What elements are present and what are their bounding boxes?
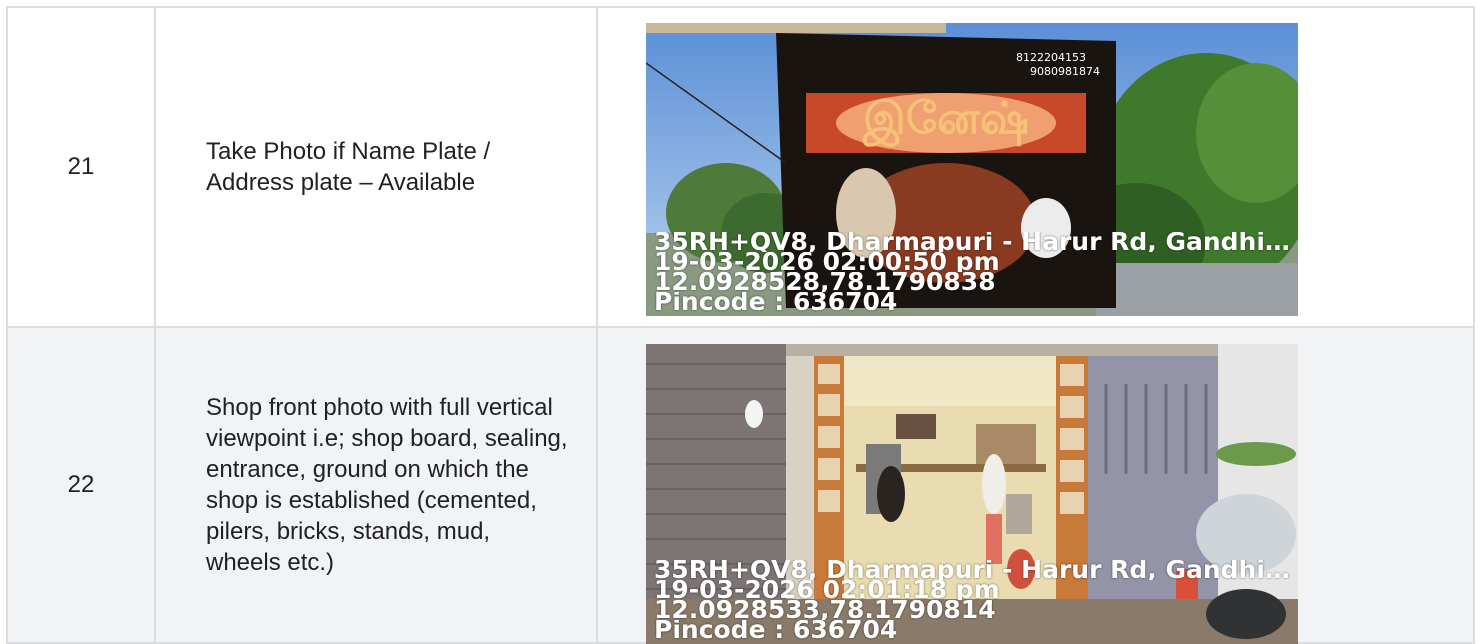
svg-text:இனேஷ்: இனேஷ் <box>862 93 1029 147</box>
geo-tag-coordinates: 12.0928533,78.1790814 <box>654 600 996 620</box>
geo-tag-overlay: 35RH+QV8, Dharmapuri - Harur Rd, Gandhi … <box>654 232 1298 312</box>
geo-tag-coordinates: 12.0928528,78.1790838 <box>654 272 996 292</box>
row-photo-cell: இனேஷ் 8122204153 9080981874 35RH+QV8, Dh… <box>596 6 1475 328</box>
row-number-cell: 22 <box>6 326 156 644</box>
geo-tag-overlay: 35RH+QV8, Dharmapuri - Harur Rd, Gandhi … <box>654 560 1298 640</box>
row-number: 21 <box>67 153 95 180</box>
geo-tag-datetime: 19-03-2026 02:00:50 pm <box>654 252 1000 272</box>
row-description: Take Photo if Name Plate / Address plate… <box>206 138 491 196</box>
row-photo-cell: 35RH+QV8, Dharmapuri - Harur Rd, Gandhi … <box>596 326 1475 644</box>
geo-tag-pincode: Pincode : 636704 <box>654 620 898 640</box>
survey-table: 21 Take Photo if Name Plate / Address pl… <box>6 6 1475 644</box>
row-description-cell: Shop front photo with full vertical view… <box>154 326 598 644</box>
geo-tag-datetime: 19-03-2026 02:01:18 pm <box>654 580 1000 600</box>
row-description-cell: Take Photo if Name Plate / Address plate… <box>154 6 598 328</box>
geo-tag-address: 35RH+QV8, Dharmapuri - Harur Rd, Gandhi … <box>654 560 1298 580</box>
sign-phone-2: 9080981874 <box>1030 65 1100 78</box>
geo-tag-address: 35RH+QV8, Dharmapuri - Harur Rd, Gandhi … <box>654 232 1298 252</box>
geo-tag-pincode: Pincode : 636704 <box>654 292 898 312</box>
sign-phone-1: 8122204153 <box>1016 51 1086 64</box>
shop-front-photo[interactable]: 35RH+QV8, Dharmapuri - Harur Rd, Gandhi … <box>646 344 1298 644</box>
table-row: 22 Shop front photo with full vertical v… <box>6 326 1475 644</box>
row-number: 22 <box>67 471 95 498</box>
signboard-photo[interactable]: இனேஷ் 8122204153 9080981874 35RH+QV8, Dh… <box>646 23 1298 316</box>
table-row: 21 Take Photo if Name Plate / Address pl… <box>6 6 1475 328</box>
row-description: Shop front photo with full vertical view… <box>206 394 568 576</box>
row-number-cell: 21 <box>6 6 156 328</box>
